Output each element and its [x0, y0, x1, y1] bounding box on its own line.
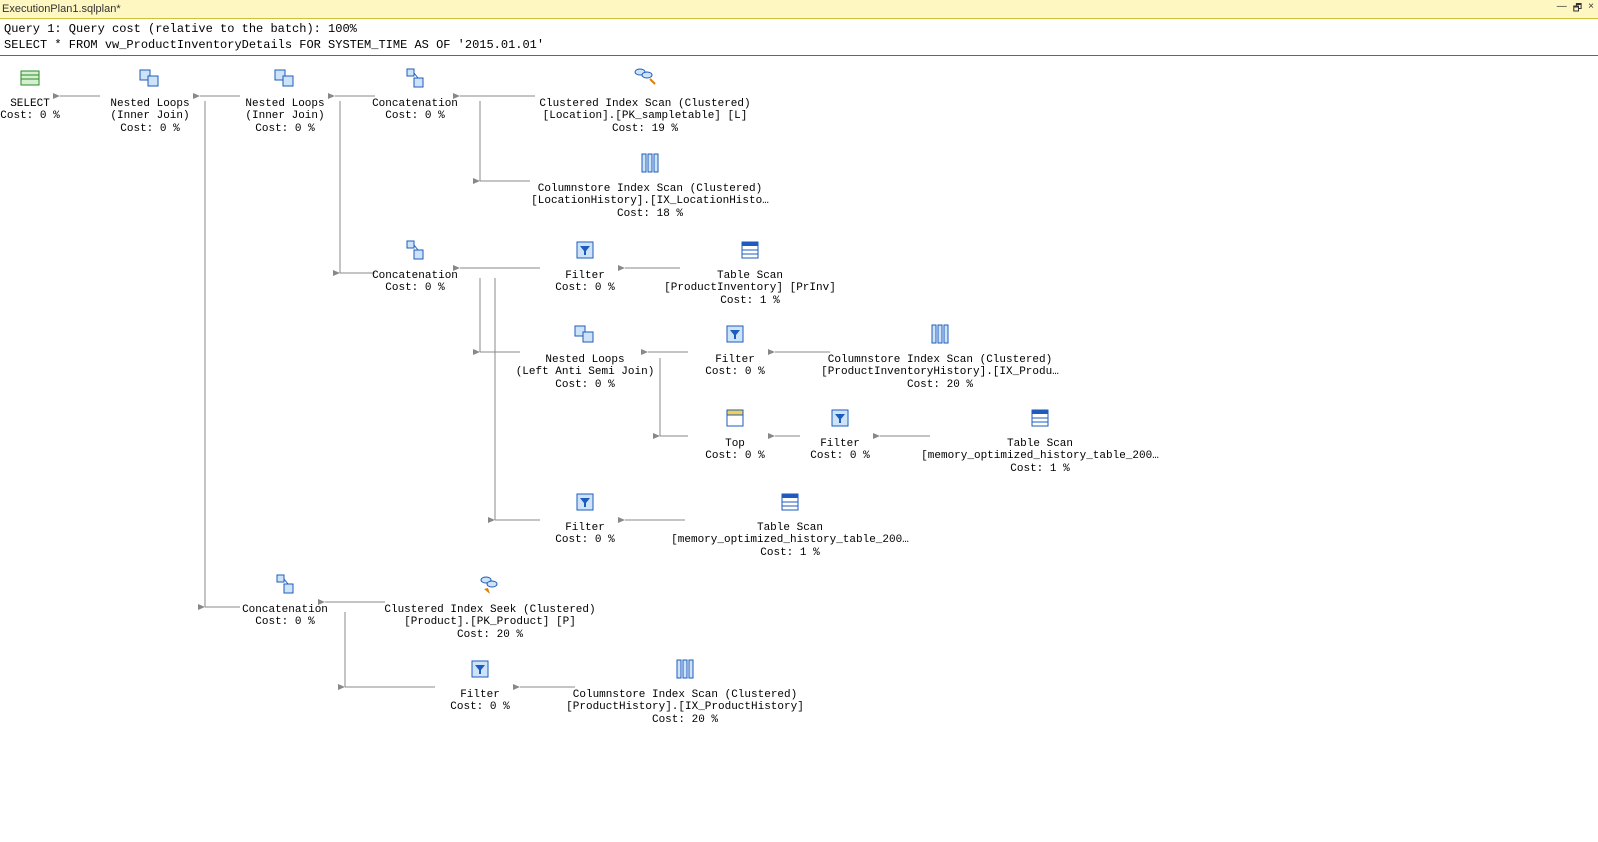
node-table-scan-prinv[interactable]: Table Scan [ProductInventory] [PrInv] Co… — [660, 238, 840, 308]
filter-icon — [468, 657, 492, 681]
table-scan-icon — [778, 490, 802, 514]
filter-icon — [723, 322, 747, 346]
node-cost: Cost: 0 % — [750, 450, 930, 463]
concatenation-icon — [403, 238, 427, 262]
node-title: Filter — [495, 522, 675, 535]
node-sub: [LocationHistory].[IX_LocationHisto… — [530, 195, 770, 208]
node-table-scan-mem2[interactable]: Table Scan [memory_optimized_history_tab… — [670, 490, 910, 560]
nested-loops-icon — [138, 66, 162, 90]
node-sub: [ProductInventoryHistory].[IX_Produ… — [820, 366, 1060, 379]
select-icon — [18, 66, 42, 90]
columnstore-scan-icon — [638, 151, 662, 175]
filter-icon — [573, 238, 597, 262]
nested-loops-icon — [573, 322, 597, 346]
node-cost: Cost: 20 % — [380, 629, 600, 642]
node-cost: Cost: 1 % — [920, 463, 1160, 476]
node-sub: [Location].[PK_sampletable] [L] — [535, 110, 755, 123]
nested-loops-icon — [273, 66, 297, 90]
node-clustered-index-scan-location[interactable]: Clustered Index Scan (Clustered) [Locati… — [535, 66, 755, 136]
concatenation-icon — [273, 572, 297, 596]
node-columnstore-scan-location[interactable]: Columnstore Index Scan (Clustered) [Loca… — [530, 151, 770, 221]
node-title: Columnstore Index Scan (Clustered) — [530, 183, 770, 196]
columnstore-scan-icon — [673, 657, 697, 681]
top-icon — [723, 406, 747, 430]
node-sub: [memory_optimized_history_table_200… — [920, 450, 1160, 463]
node-title: Columnstore Index Scan (Clustered) — [565, 689, 805, 702]
node-title: Clustered Index Scan (Clustered) — [535, 98, 755, 111]
node-cost: Cost: 0 % — [195, 123, 375, 136]
node-sub: [ProductInventory] [PrInv] — [660, 282, 840, 295]
filter-icon — [573, 490, 597, 514]
node-filter-5[interactable]: Filter Cost: 0 % — [390, 657, 570, 714]
node-cost: Cost: 19 % — [535, 123, 755, 136]
table-scan-icon — [1028, 406, 1052, 430]
minimize-icon[interactable]: — — [1557, 1, 1567, 18]
node-title: Filter — [390, 689, 570, 702]
node-title: Table Scan — [660, 270, 840, 283]
close-icon[interactable]: × — [1588, 1, 1594, 18]
node-filter-4[interactable]: Filter Cost: 0 % — [495, 490, 675, 547]
node-cost: Cost: 20 % — [565, 714, 805, 727]
node-cost: Cost: 0 % — [645, 366, 825, 379]
node-cost: Cost: 0 % — [495, 379, 675, 392]
node-cost: Cost: 0 % — [325, 110, 505, 123]
node-filter-1[interactable]: Filter Cost: 0 % — [495, 238, 675, 295]
filter-icon — [828, 406, 852, 430]
tab-title[interactable]: ExecutionPlan1.sqlplan* — [2, 3, 121, 15]
header-line1: Query 1: Query cost (relative to the bat… — [4, 22, 357, 36]
node-concatenation-3[interactable]: Concatenation Cost: 0 % — [195, 572, 375, 629]
clustered-index-scan-icon — [633, 66, 657, 90]
node-concatenation-2[interactable]: Concatenation Cost: 0 % — [325, 238, 505, 295]
node-title: Concatenation — [325, 270, 505, 283]
node-columnstore-scan-prinv[interactable]: Columnstore Index Scan (Clustered) [Prod… — [820, 322, 1060, 392]
node-cost: Cost: 20 % — [820, 379, 1060, 392]
restore-icon[interactable]: 🗗 — [1573, 1, 1582, 18]
table-scan-icon — [738, 238, 762, 262]
node-cost: Cost: 0 % — [495, 534, 675, 547]
node-cost: Cost: 0 % — [325, 282, 505, 295]
node-sub: [ProductHistory].[IX_ProductHistory] — [565, 701, 805, 714]
node-sub: [Product].[PK_Product] [P] — [380, 616, 600, 629]
node-columnstore-scan-product[interactable]: Columnstore Index Scan (Clustered) [Prod… — [565, 657, 805, 727]
tab-bar: ExecutionPlan1.sqlplan* — 🗗 × — [0, 0, 1598, 19]
execution-plan-canvas[interactable]: SELECT Cost: 0 % Nested Loops (Inner Joi… — [0, 56, 1598, 836]
node-cost: Cost: 18 % — [530, 208, 770, 221]
node-table-scan-mem1[interactable]: Table Scan [memory_optimized_history_tab… — [920, 406, 1160, 476]
node-title: Filter — [495, 270, 675, 283]
header-line2: SELECT * FROM vw_ProductInventoryDetails… — [4, 38, 544, 52]
node-sub: [memory_optimized_history_table_200… — [670, 534, 910, 547]
node-title: Table Scan — [670, 522, 910, 535]
node-title: Columnstore Index Scan (Clustered) — [820, 354, 1060, 367]
node-title: Filter — [750, 438, 930, 451]
node-concatenation-1[interactable]: Concatenation Cost: 0 % — [325, 66, 505, 123]
node-cost: Cost: 1 % — [660, 295, 840, 308]
node-title: Table Scan — [920, 438, 1160, 451]
columnstore-scan-icon — [928, 322, 952, 346]
node-title: Concatenation — [195, 604, 375, 617]
clustered-index-seek-icon — [478, 572, 502, 596]
node-cost: Cost: 0 % — [495, 282, 675, 295]
node-cost: Cost: 0 % — [195, 616, 375, 629]
node-filter-2[interactable]: Filter Cost: 0 % — [645, 322, 825, 379]
node-cost: Cost: 0 % — [390, 701, 570, 714]
concatenation-icon — [403, 66, 427, 90]
node-filter-3[interactable]: Filter Cost: 0 % — [750, 406, 930, 463]
window-controls: — 🗗 × — [1557, 1, 1598, 18]
query-header: Query 1: Query cost (relative to the bat… — [0, 19, 1598, 56]
node-cost: Cost: 1 % — [670, 547, 910, 560]
node-title: Clustered Index Seek (Clustered) — [380, 604, 600, 617]
node-title: Filter — [645, 354, 825, 367]
node-clustered-index-seek[interactable]: Clustered Index Seek (Clustered) [Produc… — [380, 572, 600, 642]
node-title: Concatenation — [325, 98, 505, 111]
